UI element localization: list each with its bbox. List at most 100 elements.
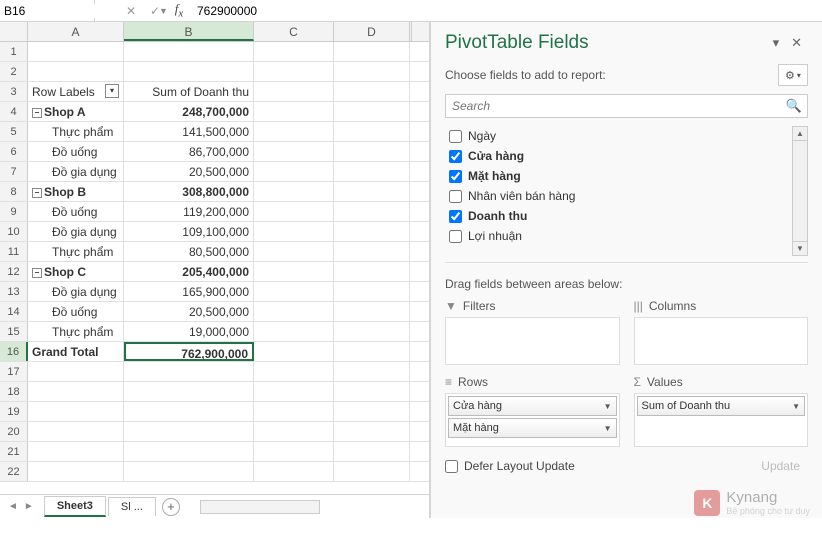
cell[interactable]: Đồ uống (28, 142, 124, 161)
cell[interactable] (334, 362, 410, 381)
row-header[interactable]: 11 (0, 242, 28, 261)
row-header[interactable]: 7 (0, 162, 28, 181)
cell[interactable] (254, 322, 334, 341)
field-checkbox[interactable] (449, 130, 462, 143)
cell[interactable] (254, 262, 334, 281)
cell[interactable] (254, 82, 334, 101)
field-item[interactable]: Lợi nhuận (445, 226, 792, 246)
cell[interactable] (28, 42, 124, 61)
cell[interactable] (124, 462, 254, 481)
row-header[interactable]: 21 (0, 442, 28, 461)
sheet-tab-active[interactable]: Sheet3 (44, 496, 106, 517)
name-box[interactable]: ▼ (0, 0, 95, 21)
row-header[interactable]: 3 (0, 82, 28, 101)
collapse-icon[interactable]: − (32, 108, 42, 118)
row-header[interactable]: 6 (0, 142, 28, 161)
cell[interactable]: Row Labels▾ (28, 82, 124, 101)
cell[interactable] (254, 162, 334, 181)
cell[interactable] (28, 442, 124, 461)
field-list-settings-button[interactable]: ⚙ ▾ (778, 64, 808, 86)
field-checkbox[interactable] (449, 150, 462, 163)
cell[interactable] (254, 282, 334, 301)
cell[interactable] (334, 442, 410, 461)
cell[interactable]: Grand Total (28, 342, 124, 361)
row-header[interactable]: 14 (0, 302, 28, 321)
cell[interactable] (28, 62, 124, 81)
cell[interactable] (254, 402, 334, 421)
cell[interactable] (334, 62, 410, 81)
cell[interactable]: 80,500,000 (124, 242, 254, 261)
cell[interactable] (254, 362, 334, 381)
vertical-scrollbar[interactable] (411, 22, 429, 41)
cell[interactable] (254, 302, 334, 321)
cell[interactable] (28, 382, 124, 401)
cell[interactable]: −Shop B (28, 182, 124, 201)
column-header-c[interactable]: C (254, 22, 334, 41)
columns-area[interactable]: |||Columns (634, 299, 809, 365)
cell[interactable] (334, 302, 410, 321)
field-pill[interactable]: Mặt hàng▼ (448, 418, 617, 438)
field-checkbox[interactable] (449, 230, 462, 243)
cell[interactable]: 141,500,000 (124, 122, 254, 141)
sheet-nav-prev-icon[interactable]: ◄ (8, 501, 18, 512)
cell[interactable] (254, 102, 334, 121)
row-header[interactable]: 16 (0, 342, 28, 361)
field-item[interactable]: Ngày (445, 126, 792, 146)
cell[interactable]: Đồ gia dụng (28, 282, 124, 301)
cell[interactable] (254, 122, 334, 141)
cell[interactable] (334, 282, 410, 301)
cell[interactable] (334, 322, 410, 341)
cell[interactable] (124, 442, 254, 461)
search-icon[interactable]: 🔍 (786, 98, 802, 114)
horizontal-scrollbar[interactable] (200, 500, 320, 514)
field-checkbox[interactable] (449, 210, 462, 223)
cell[interactable] (334, 342, 410, 361)
row-header[interactable]: 10 (0, 222, 28, 241)
cell[interactable]: 109,100,000 (124, 222, 254, 241)
cell[interactable] (334, 82, 410, 101)
row-header[interactable]: 1 (0, 42, 28, 61)
cell[interactable] (334, 222, 410, 241)
scroll-up-icon[interactable]: ▲ (793, 127, 807, 141)
row-header[interactable]: 20 (0, 422, 28, 441)
formula-input[interactable] (191, 4, 822, 18)
defer-layout-checkbox[interactable] (445, 460, 458, 473)
cell[interactable] (334, 102, 410, 121)
field-checkbox[interactable] (449, 190, 462, 203)
cell[interactable] (334, 402, 410, 421)
cell[interactable]: −Shop A (28, 102, 124, 121)
cell[interactable]: Đồ uống (28, 202, 124, 221)
chevron-down-icon[interactable]: ▼ (604, 424, 612, 433)
cell[interactable] (254, 142, 334, 161)
cell[interactable]: 308,800,000 (124, 182, 254, 201)
select-all-corner[interactable] (0, 22, 28, 41)
cell[interactable] (28, 362, 124, 381)
cell[interactable]: 248,700,000 (124, 102, 254, 121)
cell[interactable] (334, 422, 410, 441)
cell[interactable]: Đồ gia dụng (28, 162, 124, 181)
cell[interactable] (334, 242, 410, 261)
cell[interactable] (28, 422, 124, 441)
row-header[interactable]: 4 (0, 102, 28, 121)
cell[interactable] (254, 222, 334, 241)
cell[interactable] (124, 62, 254, 81)
field-list-scrollbar[interactable]: ▲ ▼ (792, 126, 808, 256)
column-header-d[interactable]: D (334, 22, 410, 41)
cell[interactable] (254, 342, 334, 361)
row-header[interactable]: 12 (0, 262, 28, 281)
fx-icon[interactable]: fx (167, 0, 191, 21)
cell[interactable] (124, 402, 254, 421)
cell[interactable] (28, 462, 124, 481)
row-header[interactable]: 5 (0, 122, 28, 141)
cell[interactable]: 86,700,000 (124, 142, 254, 161)
pane-minimize-icon[interactable]: ▾ (767, 35, 786, 51)
cell[interactable] (334, 42, 410, 61)
cell[interactable] (124, 422, 254, 441)
cell[interactable] (334, 122, 410, 141)
cell[interactable] (254, 202, 334, 221)
cell[interactable] (124, 362, 254, 381)
cell[interactable] (334, 142, 410, 161)
field-pill[interactable]: Sum of Doanh thu▼ (637, 396, 806, 416)
cell[interactable]: Sum of Doanh thu (124, 82, 254, 101)
row-header[interactable]: 2 (0, 62, 28, 81)
